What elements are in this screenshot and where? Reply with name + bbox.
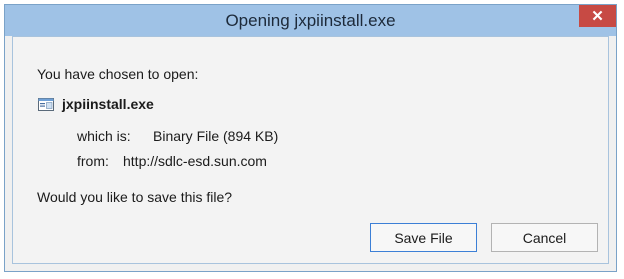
- close-button[interactable]: ✕: [579, 5, 616, 27]
- file-icon: [38, 98, 54, 111]
- title-bar: Opening jxpiinstall.exe ✕: [5, 5, 616, 36]
- file-name: jxpiinstall.exe: [62, 96, 154, 112]
- from-value: http://sdlc-esd.sun.com: [123, 153, 267, 169]
- type-label: which is:: [77, 128, 131, 144]
- type-value: Binary File (894 KB): [153, 128, 279, 144]
- save-question: Would you like to save this file?: [37, 189, 233, 205]
- window-title: Opening jxpiinstall.exe: [225, 11, 396, 30]
- close-icon: ✕: [591, 8, 604, 25]
- cancel-button[interactable]: Cancel: [491, 223, 598, 252]
- from-label: from:: [77, 153, 109, 169]
- intro-text: You have chosen to open:: [37, 66, 199, 82]
- save-file-button[interactable]: Save File: [370, 223, 477, 252]
